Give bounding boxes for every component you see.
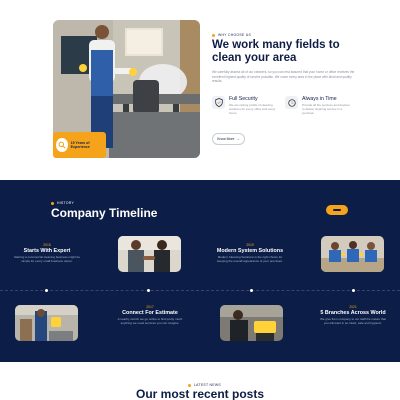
posts-title: Our most recent posts (135, 387, 265, 400)
event-title: 5 Branches Across World (320, 310, 386, 316)
timeline-event: 2017 Connect For Estimate A nearby scorc… (115, 305, 185, 326)
event-title: Modern System Solutions (216, 248, 284, 254)
minus-icon (333, 209, 341, 211)
shield-check-icon (212, 96, 225, 109)
feature-title: Always in Time (302, 96, 337, 102)
clock-icon (285, 96, 298, 109)
feature-title: Full Security (229, 96, 258, 102)
timeline-event: 2019 Modern System Solutions Modern Clea… (215, 243, 285, 264)
feature-full-security: Full Security We are raising profile of … (212, 96, 277, 115)
page: 15 Years of Experience Why Choose Us We … (0, 0, 400, 400)
event-year: 2017 (146, 305, 154, 309)
timeline-title: Company Timeline (51, 206, 158, 220)
event-description: We give from company to our staff the na… (320, 317, 386, 325)
event-year: 2021 (349, 305, 357, 309)
event-photo-team (321, 236, 384, 272)
search-icon (56, 138, 68, 152)
timeline-event: 2015 Starts With Expert Starting a comme… (12, 243, 82, 264)
about-description: We carefully assess all of our cleaners,… (212, 70, 355, 84)
know-more-button[interactable]: Know More → (212, 133, 245, 145)
event-photo-cleaning (15, 305, 78, 341)
event-year: 2015 (43, 243, 51, 247)
feature-description: We are raising profile of cleaning solut… (229, 103, 276, 115)
event-description: Starting a commercial cleaning business … (13, 255, 81, 263)
event-year: 2019 (246, 243, 254, 247)
timeline-dot (250, 289, 253, 292)
feature-description: Provide all the services and devices to … (302, 103, 350, 115)
experience-badge-text: 15 Years of Experience (70, 140, 90, 149)
timeline-section: History Company Timeline 2015 Starts Wit… (0, 180, 400, 362)
event-description: Modern Cleaning Solutions is the right c… (217, 255, 283, 263)
timeline-dot (147, 289, 150, 292)
timeline-event: 2021 5 Branches Across World We give fro… (318, 305, 388, 326)
feature-always-in-time: Always in Time Provide all the services … (285, 96, 350, 115)
timeline-kicker: History (51, 201, 74, 205)
event-title: Connect For Estimate (122, 310, 178, 316)
timeline-kicker-text: History (57, 201, 75, 205)
about-kicker: Why Choose Us (212, 33, 251, 37)
kicker-dot-icon (212, 33, 215, 37)
event-description: A nearby scorch we go online to find pre… (117, 317, 183, 325)
kicker-dot-icon (51, 201, 54, 205)
about-title: We work many fields to clean your area (212, 39, 340, 64)
timeline-nav-button[interactable] (326, 205, 348, 215)
timeline-dot (45, 289, 48, 292)
event-title: Starts With Expert (23, 248, 71, 254)
recent-posts-section: Latest News Our most recent posts (0, 362, 400, 400)
timeline-axis (0, 290, 400, 291)
know-more-label: Know More (217, 137, 235, 141)
timeline-dot (352, 289, 355, 292)
experience-badge: 15 Years of Experience (53, 132, 106, 158)
about-section: 15 Years of Experience Why Choose Us We … (0, 0, 400, 180)
arrow-right-icon: → (236, 137, 240, 141)
event-photo-equipment (220, 305, 283, 341)
event-photo-handshake (118, 236, 181, 272)
about-kicker-text: Why Choose Us (218, 33, 252, 37)
